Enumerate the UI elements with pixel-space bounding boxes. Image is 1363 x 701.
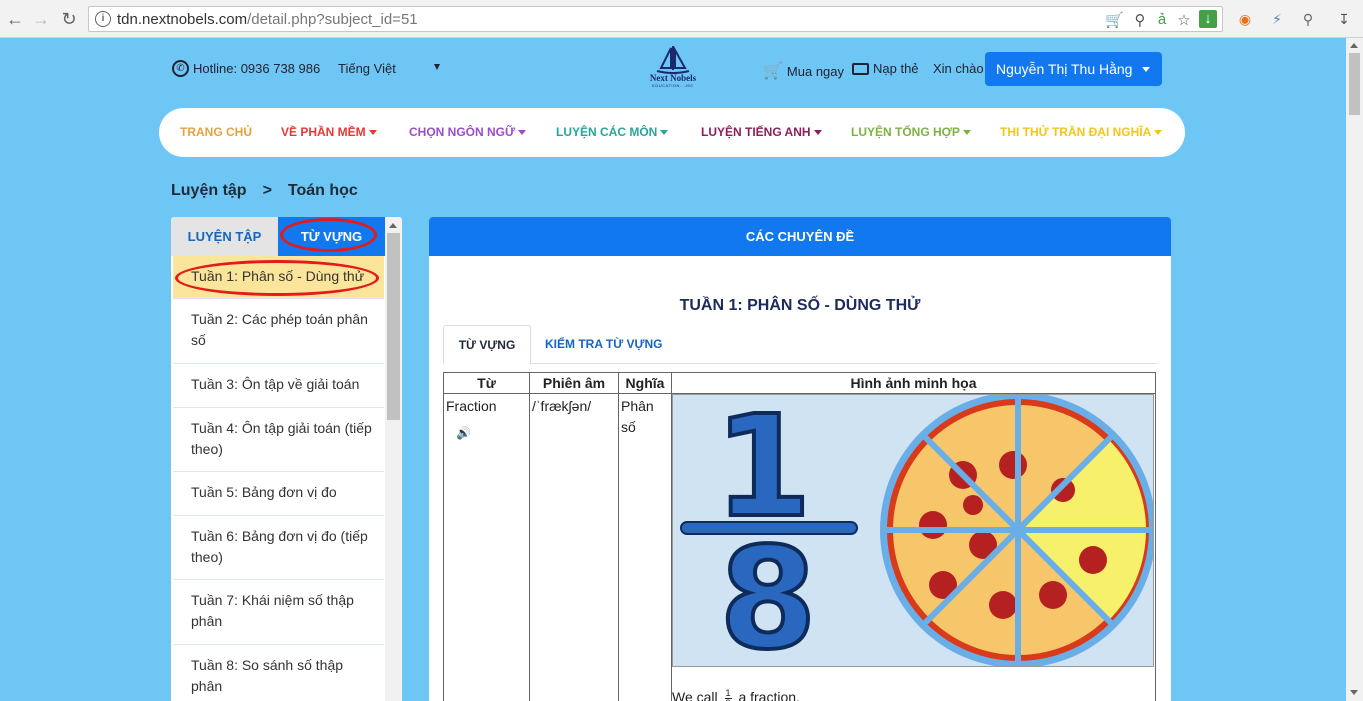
breadcrumb-parent[interactable]: Luyện tập <box>171 182 247 199</box>
column-header-word: Từ <box>443 372 530 394</box>
panel-header: Các chuyên đề <box>429 217 1171 256</box>
extension-circle-icon[interactable]: ◉ <box>1235 9 1255 29</box>
chevron-down-icon <box>1154 130 1163 136</box>
sidebar-item-week-7[interactable]: Tuần 7: Khái niệm số thập phân <box>173 580 384 645</box>
breadcrumb-separator: > <box>262 182 272 199</box>
nav-item-mock-test[interactable]: Thi thử Trần Đại Nghĩa <box>1000 125 1163 139</box>
sidebar-item-week-6[interactable]: Tuần 6: Bảng đơn vị đo (tiếp theo) <box>173 516 384 580</box>
cart-icon: 🛒 <box>763 63 783 80</box>
sidebar-item-week-8[interactable]: Tuần 8: So sánh số thập phân <box>173 645 384 701</box>
nav-item-subjects[interactable]: Luyện các môn <box>556 125 669 139</box>
sidebar-scrollbar[interactable] <box>385 217 402 701</box>
nav-item-language[interactable]: Chọn ngôn ngữ <box>409 125 526 139</box>
column-header-meaning: Nghĩa <box>618 372 672 394</box>
back-icon[interactable]: ← <box>4 8 26 30</box>
sailboat-logo-icon <box>656 46 690 74</box>
column-header-illustration: Hình ảnh minh họa <box>671 372 1156 394</box>
pizza-fraction-image: 1 8 <box>680 395 1153 667</box>
nav-item-english[interactable]: Luyện tiếng Anh <box>701 125 822 139</box>
info-icon[interactable]: i <box>95 11 111 27</box>
inline-fraction: 18 <box>724 687 732 701</box>
vocab-table: Từ Phiên âm Nghĩa Hình ảnh minh họa Frac… <box>443 372 1156 701</box>
chevron-down-icon <box>962 130 971 136</box>
content-tabs: Từ vựng Kiểm tra từ vựng <box>443 325 1157 365</box>
scroll-up-arrow-icon[interactable] <box>1350 43 1358 48</box>
star-icon[interactable]: ☆ <box>1175 11 1193 29</box>
extension-search-icon[interactable]: ⚲ <box>1298 9 1318 29</box>
phone-icon: ✆ <box>172 60 189 77</box>
lesson-title: Tuần 1: Phân số - Dùng thử <box>679 297 921 314</box>
table-row: Fraction 🔊 /ˈfrækʃən/ Phân số 1 8 We cal… <box>443 393 1156 701</box>
main-nav: Trang chủ Về phần mềm Chọn ngôn ngữ Luyệ… <box>159 108 1185 157</box>
illustration-caption: We call 18 a fraction. <box>672 687 1155 701</box>
user-menu-button[interactable]: Nguyễn Thị Thu Hằng <box>985 52 1162 86</box>
logo-text: Next Nobels <box>649 73 697 83</box>
chevron-down-icon <box>517 130 526 136</box>
download-icon[interactable]: ↧ <box>1334 9 1354 29</box>
tab-vocab-list[interactable]: Từ vựng <box>443 325 531 365</box>
card-icon <box>852 62 869 75</box>
pizza-cut-lines <box>886 398 1150 662</box>
column-header-phonetic: Phiên âm <box>529 372 619 394</box>
sidebar-scrollbar-thumb[interactable] <box>387 233 400 420</box>
breadcrumb-current: Toán học <box>287 182 358 199</box>
key-icon[interactable]: ⚲ <box>1131 11 1149 29</box>
hotline-text: Hotline: 0936 738 986 <box>193 61 321 76</box>
top-up-label: Nạp thẻ <box>873 61 919 76</box>
illustration-denominator: 8 <box>719 518 816 667</box>
sidebar-tabs: LUYỆN TẬP TỪ VỰNG <box>171 217 385 256</box>
tab-practice[interactable]: LUYỆN TẬP <box>171 217 278 256</box>
top-up-link[interactable]: Nạp thẻ <box>852 61 919 76</box>
vocab-word: Fraction <box>446 398 497 414</box>
cart-extension-icon[interactable]: 🛒 <box>1105 11 1124 29</box>
browser-toolbar: ← → ↻ i tdn.nextnobels.com/detail.php?su… <box>0 0 1363 38</box>
reload-icon[interactable]: ↻ <box>58 8 80 30</box>
forward-icon[interactable]: → <box>30 8 52 30</box>
chevron-down-icon <box>813 130 822 136</box>
chevron-down-icon <box>660 130 669 136</box>
sidebar-item-week-1[interactable]: Tuần 1: Phân số - Dùng thử <box>173 256 384 299</box>
nav-item-home[interactable]: Trang chủ <box>180 125 252 139</box>
sidebar-item-week-4[interactable]: Tuần 4: Ôn tập giải toán (tiếp theo) <box>173 408 384 472</box>
topics-panel: Các chuyên đề Tuần 1: Phân số - Dùng thử… <box>429 217 1171 701</box>
nav-item-general[interactable]: Luyện tổng hợp <box>851 125 971 139</box>
page-scrollbar[interactable] <box>1346 38 1363 701</box>
fraction-illustration: 1 8 <box>672 394 1154 667</box>
site-logo[interactable]: Next Nobels EDUCATION...JSC <box>636 44 710 96</box>
nav-item-about[interactable]: Về phần mềm <box>281 125 377 139</box>
url-text[interactable]: tdn.nextnobels.com/detail.php?subject_id… <box>117 11 418 28</box>
speaker-icon[interactable]: 🔊 <box>456 423 471 444</box>
greeting: Xin chào <box>933 61 984 76</box>
page-scrollbar-thumb[interactable] <box>1349 53 1360 115</box>
chevron-down-icon <box>368 130 377 136</box>
scroll-down-arrow-icon[interactable] <box>1350 690 1358 695</box>
buy-now-label: Mua ngay <box>786 63 845 79</box>
language-value: Tiếng Việt <box>338 61 396 76</box>
extension-bolt-icon[interactable]: ⚡ <box>1267 9 1287 29</box>
sidebar-item-week-2[interactable]: Tuần 2: Các phép toán phân số <box>173 299 384 364</box>
chevron-down-icon <box>434 64 440 70</box>
hotline: ✆ Hotline: 0936 738 986 <box>172 60 320 77</box>
chevron-down-icon <box>1142 67 1150 72</box>
cell-illustration: 1 8 We call 1 a fraction. <box>671 393 1156 701</box>
table-header-row: Từ Phiên âm Nghĩa Hình ảnh minh họa <box>443 372 1156 394</box>
breadcrumb: Luyện tập > Toán học <box>171 182 358 200</box>
buy-now-link[interactable]: 🛒 Mua ngay <box>763 61 844 81</box>
tab-vocabulary[interactable]: TỪ VỰNG <box>278 217 385 256</box>
tab-vocab-test[interactable]: Kiểm tra từ vựng <box>545 325 662 364</box>
cell-meaning: Phân số <box>618 393 672 701</box>
greeting-text: Xin chào <box>933 61 984 76</box>
language-select[interactable]: Tiếng Việt <box>338 61 444 76</box>
sidebar-item-week-5[interactable]: Tuần 5: Bảng đơn vị đo <box>173 472 384 516</box>
scroll-up-arrow-icon[interactable] <box>389 223 397 228</box>
user-name: Nguyễn Thị Thu Hằng <box>996 61 1133 77</box>
dictionary-extension-icon[interactable]: ả <box>1153 11 1171 28</box>
logo-subtext: EDUCATION...JSC <box>652 83 694 88</box>
cell-phonetic: /ˈfrækʃən/ <box>529 393 619 701</box>
sidebar-item-week-3[interactable]: Tuần 3: Ôn tập về giải toán <box>173 364 384 408</box>
sidebar: LUYỆN TẬP TỪ VỰNG Tuần 1: Phân số - Dùng… <box>171 217 402 701</box>
download-extension-icon[interactable]: ↓ <box>1199 10 1217 28</box>
address-bar[interactable]: i tdn.nextnobels.com/detail.php?subject_… <box>88 6 1223 32</box>
cell-word: Fraction 🔊 <box>443 393 530 701</box>
